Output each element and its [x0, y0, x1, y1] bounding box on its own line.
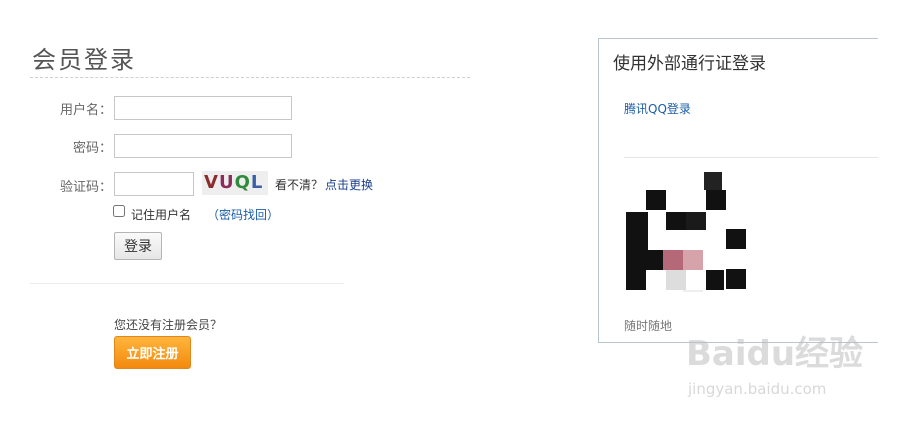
username-label: 用户名：: [59, 103, 112, 118]
register-prompt: 您还没有注册会员？: [114, 318, 223, 332]
section-divider: [30, 283, 344, 284]
captcha-input[interactable]: [114, 172, 194, 196]
external-login-panel: 使用外部通行证登录 腾讯QQ登录 随时随地: [598, 38, 878, 343]
remember-username-checkbox[interactable]: [113, 205, 125, 217]
login-title: 会员登录: [32, 46, 136, 74]
captcha-unclear-text: 看不清？: [275, 178, 324, 192]
title-divider: [30, 77, 470, 78]
username-input[interactable]: [114, 96, 292, 120]
remember-username-label: 记住用户名: [131, 208, 192, 222]
captcha-char: V: [204, 172, 219, 193]
captcha-label: 验证码：: [59, 180, 112, 195]
qr-caption: 随时随地: [624, 319, 673, 333]
watermark-logo: Baidu经验: [686, 334, 864, 374]
watermark-url: jingyan.baidu.com: [688, 380, 827, 398]
external-login-title: 使用外部通行证登录: [613, 54, 766, 74]
password-input[interactable]: [114, 134, 292, 158]
paren-close: ）: [267, 208, 280, 222]
register-button[interactable]: 立即注册: [114, 336, 191, 369]
password-recovery: （密码找回）: [207, 206, 279, 223]
login-button[interactable]: 登录: [114, 232, 162, 260]
captcha-char: U: [218, 172, 235, 193]
captcha-char: Q: [234, 172, 251, 193]
captcha-image[interactable]: VUQL: [202, 171, 268, 195]
captcha-refresh-link[interactable]: 点击更换: [325, 176, 373, 193]
captcha-char: L: [250, 172, 264, 193]
qq-login-link[interactable]: 腾讯QQ登录: [624, 100, 691, 117]
qr-code: [626, 172, 746, 292]
panel-divider: [624, 157, 878, 158]
qr-code-graphic: [626, 172, 746, 292]
baidu-watermark: Baidu经验 jingyan.baidu.com: [686, 326, 863, 406]
password-label: 密码：: [72, 141, 112, 156]
paren-open: （: [207, 208, 220, 222]
password-recovery-link[interactable]: 密码找回: [219, 208, 267, 222]
